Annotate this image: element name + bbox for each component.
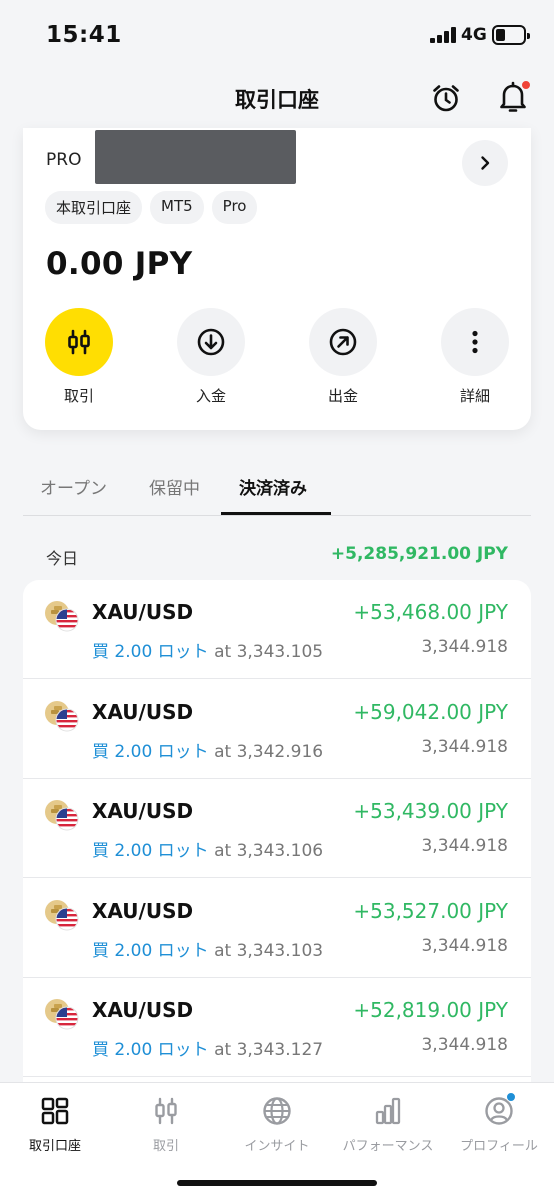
withdraw-up-right-arrow-icon (329, 328, 357, 356)
account-tags: 本取引口座 MT5 Pro (45, 191, 258, 224)
day-group-label: 今日 (46, 549, 79, 568)
tab-closed[interactable]: 決済済み (239, 474, 307, 499)
nav-performance-label: パフォーマンス (342, 1139, 434, 1154)
trade-action-label: 取引 (63, 387, 94, 405)
signal-strength-icon (430, 27, 456, 43)
trade-pnl: +53,527.00 JPY (353, 898, 508, 923)
gold-usd-flag-icon (45, 800, 79, 831)
trade-row[interactable]: XAU/USD +52,819.00 JPY 買 2.00 ロット at 3,3… (23, 978, 531, 1077)
app-screen: 15:41 4G 取引口座 PRO 本取引口座 MT5 Pro 0.00 JPY… (0, 0, 554, 1200)
gold-usd-flag-icon (45, 999, 79, 1030)
more-vertical-icon (472, 330, 478, 354)
more-details-button[interactable]: 詳細 (430, 308, 520, 406)
accounts-grid-icon (41, 1097, 69, 1125)
trade-row[interactable]: XAU/USD +53,468.00 JPY 買 2.00 ロット at 3,3… (23, 580, 531, 679)
bell-icon[interactable] (497, 80, 531, 114)
trade-side-volume: 買 2.00 ロット (92, 741, 209, 762)
trade-row[interactable]: XAU/USD +53,439.00 JPY 買 2.00 ロット at 3,3… (23, 779, 531, 878)
trade-open-price: at 3,343.106 (214, 841, 324, 861)
trade-pnl: +52,819.00 JPY (353, 998, 508, 1022)
trade-side-volume: 買 2.00 ロット (92, 642, 209, 662)
notification-badge (521, 80, 531, 90)
trade-close-price: 3,344.918 (421, 736, 508, 757)
account-details-button[interactable] (462, 140, 508, 186)
deposit-label: 入金 (195, 387, 226, 405)
trade-detail: 買 2.00 ロット at 3,343.127 (92, 1035, 323, 1060)
alarm-clock-icon[interactable] (430, 82, 462, 114)
account-balance: 0.00 JPY (46, 246, 193, 282)
trade-candles-icon (155, 1097, 177, 1125)
deposit-down-arrow-icon (197, 328, 225, 356)
closed-trades-list: XAU/USD +53,468.00 JPY 買 2.00 ロット at 3,3… (23, 580, 531, 1100)
trade-detail: 買 2.00 ロット at 3,342.916 (92, 737, 323, 762)
trade-detail: 買 2.00 ロット at 3,343.106 (92, 836, 323, 861)
trade-pnl: +53,439.00 JPY (353, 799, 508, 823)
trade-close-price: 3,344.918 (421, 935, 508, 956)
nav-accounts-label: 取引口座 (28, 1139, 81, 1154)
nav-profile[interactable]: プロフィール (444, 1092, 554, 1154)
trade-pnl: +59,042.00 JPY (353, 699, 508, 724)
nav-accounts[interactable]: 取引口座 (0, 1095, 110, 1154)
deposit-button[interactable]: 入金 (166, 308, 256, 406)
page-title: 取引口座 (235, 88, 319, 112)
trade-action-button[interactable]: 取引 (34, 308, 124, 406)
gold-usd-flag-icon (45, 899, 79, 930)
tag-platform: MT5 (150, 191, 204, 224)
more-details-label: 詳細 (459, 387, 490, 405)
nav-trade[interactable]: 取引 (111, 1095, 221, 1154)
trade-side-volume: 買 2.00 ロット (92, 940, 209, 961)
withdraw-label: 出金 (327, 387, 358, 405)
nav-performance[interactable]: パフォーマンス (333, 1095, 443, 1154)
withdraw-button[interactable]: 出金 (298, 308, 388, 406)
gold-usd-flag-icon (45, 601, 79, 632)
trade-open-price: at 3,343.127 (214, 1040, 324, 1060)
trade-symbol: XAU/USD (92, 998, 194, 1022)
trade-symbol: XAU/USD (92, 799, 194, 823)
order-tabs: オープン 保留中 決済済み (23, 470, 531, 516)
nav-insights-label: インサイト (244, 1139, 310, 1154)
status-time: 15:41 (46, 22, 122, 48)
tag-account-type: 本取引口座 (45, 191, 143, 224)
trade-open-price: at 3,343.105 (214, 642, 324, 662)
trade-row[interactable]: XAU/USD +53,527.00 JPY 買 2.00 ロット at 3,3… (23, 879, 531, 978)
trade-row[interactable]: XAU/USD +59,042.00 JPY 買 2.00 ロット at 3,3… (23, 680, 531, 779)
status-bar: 15:41 4G (0, 0, 554, 70)
network-type: 4G (461, 25, 487, 45)
trade-close-price: 3,344.918 (421, 836, 508, 856)
gold-usd-flag-icon (45, 700, 79, 731)
tab-open[interactable]: オープン (40, 474, 107, 499)
top-header: 取引口座 (0, 70, 554, 130)
active-tab-indicator (221, 512, 331, 515)
trade-symbol: XAU/USD (92, 600, 194, 624)
trade-close-price: 3,344.918 (421, 637, 508, 657)
nav-profile-label: プロフィール (460, 1139, 538, 1154)
trade-side-volume: 買 2.00 ロット (92, 841, 209, 861)
trade-detail: 買 2.00 ロット at 3,343.105 (92, 637, 323, 662)
trade-candles-icon (68, 329, 90, 355)
trade-close-price: 3,344.918 (421, 1035, 508, 1055)
profile-notification-badge (506, 1092, 516, 1102)
account-card: PRO 本取引口座 MT5 Pro 0.00 JPY 取引 入金 出金 詳細 (23, 128, 531, 430)
trade-detail: 買 2.00 ロット at 3,343.103 (92, 936, 323, 961)
redacted-account-number (95, 130, 296, 184)
day-group-total: +5,285,921.00 JPY (330, 544, 508, 564)
bar-chart-icon (375, 1097, 401, 1125)
account-name: PRO (46, 150, 82, 170)
nav-insights[interactable]: インサイト (222, 1095, 332, 1154)
trade-symbol: XAU/USD (92, 699, 194, 724)
home-indicator (177, 1180, 377, 1186)
trade-open-price: at 3,342.916 (214, 741, 324, 762)
globe-icon (263, 1097, 291, 1125)
nav-trade-label: 取引 (152, 1139, 179, 1154)
trade-open-price: at 3,343.103 (214, 940, 324, 961)
battery-icon (492, 25, 530, 45)
tab-pending[interactable]: 保留中 (149, 474, 200, 499)
chevron-right-icon (481, 156, 490, 170)
trade-pnl: +53,468.00 JPY (353, 600, 508, 624)
tag-account-class: Pro (211, 191, 258, 224)
trade-symbol: XAU/USD (92, 898, 194, 923)
trade-side-volume: 買 2.00 ロット (92, 1040, 209, 1060)
